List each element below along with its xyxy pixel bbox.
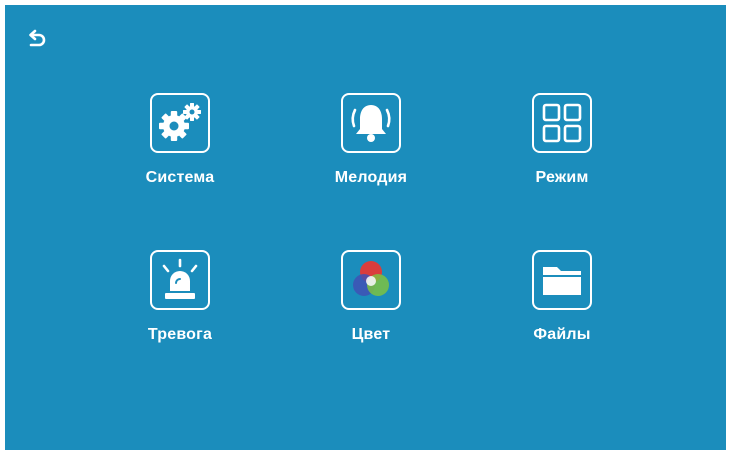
files-icon-box xyxy=(532,250,592,310)
menu-item-alarm[interactable]: Тревога xyxy=(127,250,237,355)
grid-icon xyxy=(542,103,582,143)
system-icon-box xyxy=(150,93,210,153)
menu-item-label: Режим xyxy=(535,169,589,186)
alarm-light-icon xyxy=(162,258,198,299)
main-menu-screen: Система Мелодия Режим Тревога Цвет Файлы xyxy=(5,5,726,450)
bell-icon xyxy=(351,105,391,142)
menu-item-files[interactable]: Файлы xyxy=(509,250,619,355)
menu-item-color[interactable]: Цвет xyxy=(318,250,428,355)
menu-item-label: Мелодия xyxy=(334,169,408,186)
alarm-icon-box xyxy=(150,250,210,310)
mode-icon-box xyxy=(532,93,592,153)
menu-item-label: Тревога xyxy=(147,326,213,343)
melody-icon-box xyxy=(341,93,401,153)
menu-item-label: Файлы xyxy=(533,326,591,343)
menu-item-label: Цвет xyxy=(351,326,391,343)
folder-icon xyxy=(543,267,581,295)
menu-item-system[interactable]: Система xyxy=(127,93,237,198)
menu-item-mode[interactable]: Режим xyxy=(509,93,619,198)
menu-item-melody[interactable]: Мелодия xyxy=(318,93,428,198)
back-arrow-icon xyxy=(29,29,46,47)
menu-item-label: Система xyxy=(145,169,215,186)
gears-icon xyxy=(159,103,201,141)
color-circles-icon xyxy=(353,261,389,296)
color-icon-box xyxy=(341,250,401,310)
back-button[interactable] xyxy=(25,27,49,51)
